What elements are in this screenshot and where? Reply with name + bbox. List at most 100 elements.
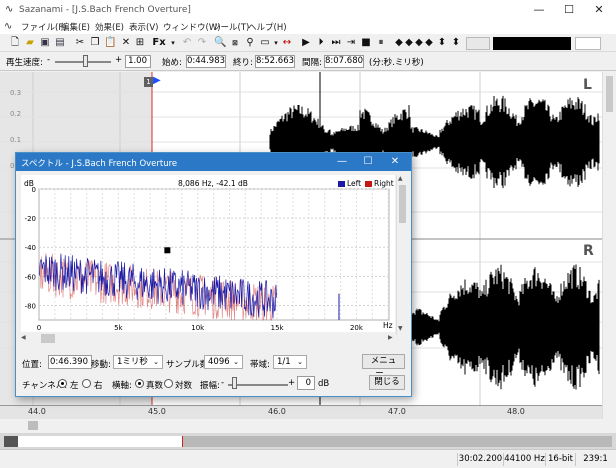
legend-right-label: Right — [374, 179, 394, 188]
play-icon[interactable]: ▶ — [300, 36, 312, 50]
spectrum-title-bar: スペクトル - J.S.Bach French Overture — ☐ ✕ — [16, 153, 411, 171]
vertical-scrollbar[interactable] — [602, 72, 616, 419]
axis-log-radio[interactable] — [164, 379, 173, 388]
stop-icon[interactable]: ■ — [360, 36, 372, 50]
cut-icon[interactable]: ✂ — [74, 36, 86, 50]
overview-bar[interactable] — [0, 433, 616, 449]
new-icon[interactable]: 🗋 — [9, 36, 21, 50]
play-selection-icon[interactable]: ⏵ — [315, 36, 327, 50]
move-select[interactable]: 1ミリ秒 ⌄ — [113, 355, 163, 369]
move-label: 移動: — [91, 360, 111, 370]
vertical-scroll-thumb[interactable] — [606, 76, 613, 112]
overview-selection[interactable] — [18, 436, 182, 447]
menu-view[interactable]: 表示(V) — [129, 21, 158, 33]
delete-icon[interactable]: ✕ — [120, 36, 132, 50]
paste-icon[interactable]: 📋 — [104, 36, 116, 50]
close-button[interactable]: ✕ — [584, 0, 614, 20]
save-icon[interactable]: ▣ — [39, 36, 51, 50]
horizontal-scrollbar[interactable] — [0, 419, 616, 432]
menu-edit[interactable]: 編集(E) — [61, 21, 90, 33]
scroll-down-icon[interactable]: ▼ — [398, 325, 403, 332]
channel-left-radio[interactable] — [58, 379, 67, 388]
menu-tools[interactable]: ツール(T) — [212, 21, 249, 33]
zoom-fit-icon[interactable]: ⊠ — [229, 36, 241, 50]
menu-button[interactable]: メニュー... — [362, 354, 405, 379]
samples-select[interactable]: 4096 ⌄ — [204, 355, 243, 369]
spectrum-hscroll-thumb[interactable] — [41, 334, 55, 343]
open-icon[interactable]: ▰ — [24, 36, 36, 50]
loop-icon[interactable]: ⇥ — [345, 36, 357, 50]
ruler-tick-label: 46.0 — [268, 407, 286, 416]
axis-real-label: 真数 — [146, 381, 164, 391]
spectrum-horizontal-scrollbar[interactable]: ◀ ▶ — [21, 333, 396, 344]
spectrum-vertical-scrollbar[interactable]: ▲ ▼ — [396, 175, 407, 335]
scroll-left-icon[interactable]: ◀ — [21, 334, 26, 341]
spectrum-plot[interactable]: 0 -20 -40 -60 -80 0 5k 10k 15k 20k dB Hz 8,086 Hz… — [21, 175, 395, 332]
effects-icon[interactable]: Fx — [149, 36, 169, 50]
channel-right-radio[interactable] — [82, 379, 91, 388]
marker-down-icon[interactable]: ⬍ — [450, 36, 462, 50]
amp-scale-label: 0.1 — [10, 136, 22, 144]
maximize-button[interactable]: ☐ — [554, 0, 584, 20]
pause-icon[interactable]: ⏸ — [375, 36, 387, 50]
db-tick-label: -40 — [25, 244, 36, 252]
copy-icon[interactable]: ❐ — [89, 36, 101, 50]
axis-real-radio[interactable] — [135, 379, 144, 388]
trim-icon[interactable]: ⊞ — [134, 36, 146, 50]
scroll-right-icon[interactable]: ▶ — [388, 334, 393, 341]
hz-tick-label: 15k — [271, 324, 285, 332]
marker-right-icon[interactable]: ◆ — [404, 36, 414, 50]
start-time-field[interactable]: 0:44.983 — [186, 55, 226, 68]
amp-slider-track[interactable] — [228, 384, 288, 386]
cursor-readout: 8,086 Hz, -42.1 dB — [178, 179, 248, 188]
channel-right-radio-label: 右 — [94, 381, 103, 391]
menu-file[interactable]: ファイル(F) — [21, 21, 67, 33]
spectrum-canvas[interactable]: 0-20-40-60-800 5k 10k 15k 20k — [21, 175, 395, 332]
horizontal-scroll-thumb[interactable] — [28, 421, 38, 430]
marker-next-icon[interactable]: ◆ — [424, 36, 434, 50]
spectrum-minimize-button[interactable]: — — [328, 153, 356, 171]
end-time-field[interactable]: 8:52.663 — [255, 55, 295, 68]
start-label: 始め: — [162, 58, 182, 68]
effects-dropdown-icon[interactable]: ▾ — [167, 36, 179, 50]
band-select[interactable]: 1/1 ⌄ — [273, 355, 307, 369]
fit-range-icon[interactable]: ↔ — [281, 36, 293, 50]
toolbar: 🗋 ▰ ▣ ▤ ✂ ❐ 📋 ✕ ⊞ Fx ▾ ↶ ↷ 🔍 ⊠ ⚲ ▭ ▾ ↔ ▶… — [0, 35, 616, 52]
status-rate: 44100 Hz — [503, 453, 545, 466]
playhead-flag-icon[interactable]: ▶ — [153, 75, 161, 86]
amp-minus-label: - — [221, 378, 225, 388]
end-label: 終り: — [233, 58, 253, 68]
hz-tick-label: 10k — [191, 324, 205, 332]
amp-value-field[interactable]: 0 — [297, 376, 315, 390]
overview-remaining — [183, 436, 612, 447]
position-field[interactable]: 0:46.390 — [48, 355, 92, 369]
zoom-in-icon[interactable]: 🔍 — [214, 36, 226, 50]
speed-slider-thumb[interactable] — [83, 55, 88, 67]
redo-icon[interactable]: ↷ — [196, 36, 208, 50]
play-end-icon[interactable]: ⏭ — [330, 36, 342, 50]
undo-icon[interactable]: ↶ — [181, 36, 193, 50]
minimize-button[interactable]: — — [524, 0, 554, 20]
axis-log-label: 対数 — [175, 381, 193, 391]
marker-left-icon[interactable]: ◆ — [394, 36, 404, 50]
app-icon: ∿ — [5, 4, 14, 15]
menu-help[interactable]: ヘルプ(H) — [248, 21, 287, 33]
menu-effect[interactable]: 効果(E) — [95, 21, 124, 33]
scroll-up-icon[interactable]: ▲ — [398, 175, 403, 182]
close-dialog-button[interactable]: 閉じる — [369, 375, 405, 390]
app-menu-icon[interactable]: ∿ — [4, 21, 12, 32]
band-select-chevron-icon: ⌄ — [297, 358, 303, 366]
marker-up-icon[interactable]: ⬍ — [436, 36, 448, 50]
cursor-marker — [164, 247, 171, 254]
speed-value-field[interactable]: 1.00 — [125, 55, 151, 68]
spectrum-close-button[interactable]: ✕ — [381, 153, 409, 171]
marker-prev-icon[interactable]: ◆ — [414, 36, 424, 50]
save-all-icon[interactable]: ▤ — [54, 36, 66, 50]
zoom-out-icon[interactable]: ⚲ — [244, 36, 256, 50]
spectrum-title: スペクトル - J.S.Bach French Overture — [21, 159, 178, 169]
spectrum-maximize-button[interactable]: ☐ — [354, 153, 382, 171]
spectrum-vscroll-thumb[interactable] — [399, 185, 406, 223]
amp-slider-thumb[interactable] — [232, 377, 237, 389]
amp-label: 振幅: — [200, 381, 220, 391]
interval-field[interactable]: 8:07.680 — [324, 55, 364, 68]
